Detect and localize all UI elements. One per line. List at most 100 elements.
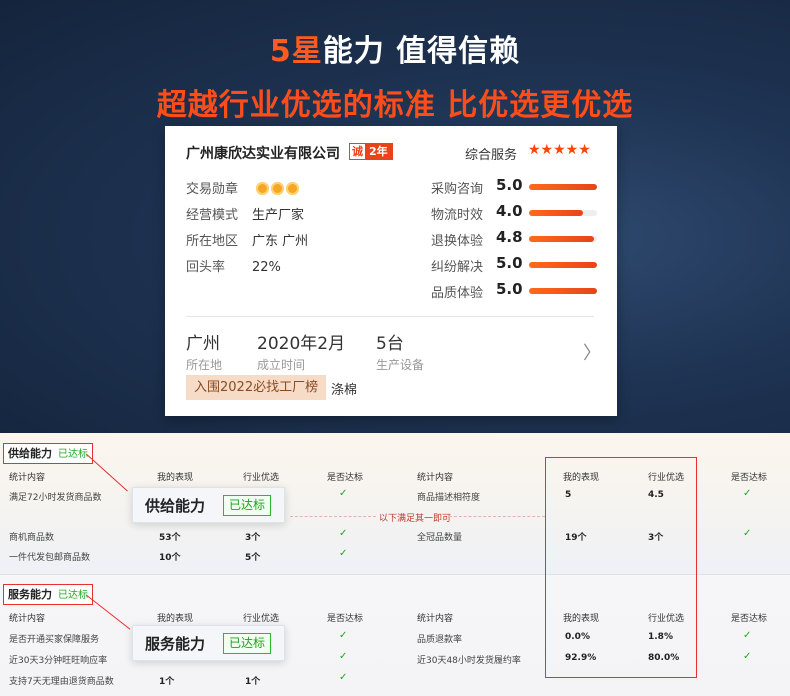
callout-badge: 已达标 bbox=[223, 495, 272, 516]
headline-secondary: 超越行业优选的标准 比优选更优选 bbox=[156, 88, 634, 123]
medal-icons bbox=[256, 182, 301, 197]
service-callout: 服务能力 已达标 bbox=[132, 625, 285, 661]
medal-icon bbox=[271, 182, 285, 195]
score-value: 4.8 bbox=[496, 228, 523, 246]
chevron-right-icon[interactable]: 〉 bbox=[583, 339, 601, 365]
score-bar-fill bbox=[529, 262, 597, 268]
score-bar-fill bbox=[529, 184, 597, 190]
headline-primary: 5星能力 值得信赖 bbox=[0, 26, 790, 70]
either-condition-note: 以下满足其一即可 bbox=[379, 514, 452, 524]
score-row: 采购咨询 5.0 bbox=[431, 176, 601, 198]
row-item: 全冠品数量 bbox=[417, 533, 463, 543]
score-bar bbox=[529, 184, 597, 190]
row-item: 近30天3分钟旺旺响应率 bbox=[9, 656, 108, 666]
row-mine: 53个 bbox=[159, 533, 181, 543]
info-row-medals: 交易勋章 bbox=[186, 178, 301, 197]
check-icon: ✓ bbox=[339, 548, 348, 559]
score-row: 物流时效 4.0 bbox=[431, 202, 601, 224]
note-dash-left bbox=[290, 516, 376, 517]
row-mine: 10个 bbox=[159, 553, 181, 563]
row-item: 商机商品数 bbox=[9, 533, 55, 543]
score-bar-fill bbox=[529, 210, 584, 216]
row-industry: 1个 bbox=[245, 677, 261, 687]
meta-label: 成立时间 bbox=[257, 358, 306, 372]
meta-label: 生产设备 bbox=[376, 358, 425, 372]
meta-label: 所在地 bbox=[186, 358, 223, 372]
material-label: 涤棉 bbox=[331, 383, 358, 398]
score-bar bbox=[529, 236, 597, 242]
company-name[interactable]: 广州康欣达实业有限公司 bbox=[186, 143, 340, 163]
supply-tag-status: 已达标 bbox=[58, 449, 88, 460]
score-label: 退换体验 bbox=[431, 234, 484, 249]
col-header: 统计内容 bbox=[9, 473, 46, 483]
info-row-business-model: 经营模式 生产厂家 bbox=[186, 204, 304, 223]
col-header: 我的表现 bbox=[157, 473, 194, 483]
headline-accent: 5星 bbox=[269, 34, 323, 69]
row-item: 商品描述相符度 bbox=[417, 493, 481, 503]
check-icon: ✓ bbox=[339, 651, 348, 662]
cheng-years-badge: 诚 2年 bbox=[349, 143, 393, 160]
score-label: 品质体验 bbox=[431, 286, 484, 301]
service-tag-label: 服务能力 bbox=[8, 588, 52, 601]
check-icon: ✓ bbox=[743, 651, 752, 662]
score-bar-fill bbox=[529, 236, 595, 242]
meta-value: 2020年2月 bbox=[257, 334, 346, 354]
row-industry: 3个 bbox=[245, 533, 261, 543]
meta-location: 广州 所在地 bbox=[186, 329, 222, 373]
score-bar bbox=[529, 288, 597, 294]
callout-title: 服务能力 bbox=[145, 635, 206, 653]
col-header: 是否达标 bbox=[327, 473, 364, 483]
card-divider bbox=[186, 316, 594, 317]
info-key: 交易勋章 bbox=[186, 182, 239, 197]
note-dash-right bbox=[449, 516, 545, 517]
row-industry: 5个 bbox=[245, 553, 261, 563]
check-icon: ✓ bbox=[339, 488, 348, 499]
meta-equipment: 5台 生产设备 bbox=[376, 329, 424, 373]
score-bar-fill bbox=[529, 288, 597, 294]
col-header: 是否达标 bbox=[327, 614, 364, 624]
check-icon: ✓ bbox=[743, 488, 752, 499]
star-rating-icon: ★★★★★ bbox=[528, 142, 591, 158]
score-value: 5.0 bbox=[496, 254, 523, 272]
overall-service-label: 综合服务 bbox=[465, 148, 518, 163]
medal-icon bbox=[286, 182, 300, 195]
score-value: 4.0 bbox=[496, 202, 523, 220]
col-header: 我的表现 bbox=[157, 614, 194, 624]
check-icon: ✓ bbox=[743, 630, 752, 641]
row-item: 品质退款率 bbox=[417, 635, 463, 645]
score-row: 纠纷解决 5.0 bbox=[431, 254, 601, 276]
score-value: 5.0 bbox=[496, 280, 523, 298]
score-bar bbox=[529, 262, 597, 268]
cheng-badge-label: 诚 bbox=[350, 144, 365, 159]
supply-callout: 供给能力 已达标 bbox=[132, 487, 285, 523]
cheng-badge-years: 2年 bbox=[365, 144, 392, 159]
row-item: 近30天48小时发货履约率 bbox=[417, 656, 521, 666]
meta-value: 5台 bbox=[376, 334, 404, 354]
row-item: 一件代发包邮商品数 bbox=[9, 553, 91, 563]
col-header: 行业优选 bbox=[243, 614, 280, 624]
info-key: 所在地区 bbox=[186, 234, 239, 249]
company-card[interactable]: 广州康欣达实业有限公司 诚 2年 综合服务 ★★★★★ 交易勋章 经营模式 生产厂… bbox=[165, 126, 617, 416]
score-label: 采购咨询 bbox=[431, 182, 484, 197]
service-tag-status: 已达标 bbox=[58, 590, 88, 601]
score-label: 物流时效 bbox=[431, 208, 484, 223]
service-section-tag: 服务能力 已达标 bbox=[3, 584, 93, 605]
row-item: 满足72小时发货商品数 bbox=[9, 493, 102, 503]
col-header: 行业优选 bbox=[243, 473, 280, 483]
info-value: 22% bbox=[252, 260, 281, 275]
col-header: 统计内容 bbox=[417, 614, 454, 624]
highlight-frame bbox=[545, 457, 697, 678]
info-key: 回头率 bbox=[186, 260, 226, 275]
supply-tag-label: 供给能力 bbox=[8, 447, 52, 460]
callout-title: 供给能力 bbox=[145, 497, 206, 515]
col-header: 是否达标 bbox=[731, 473, 768, 483]
check-icon: ✓ bbox=[339, 672, 348, 683]
score-bar bbox=[529, 210, 597, 216]
col-header: 统计内容 bbox=[9, 614, 46, 624]
factory-rank-tag[interactable]: 入围2022必找工厂榜 bbox=[186, 375, 327, 400]
info-row-region: 所在地区 广东 广州 bbox=[186, 230, 308, 249]
row-mine: 1个 bbox=[159, 677, 175, 687]
medal-icon bbox=[256, 182, 270, 195]
col-header: 是否达标 bbox=[731, 614, 768, 624]
row-item: 是否开通买家保障服务 bbox=[9, 635, 100, 645]
